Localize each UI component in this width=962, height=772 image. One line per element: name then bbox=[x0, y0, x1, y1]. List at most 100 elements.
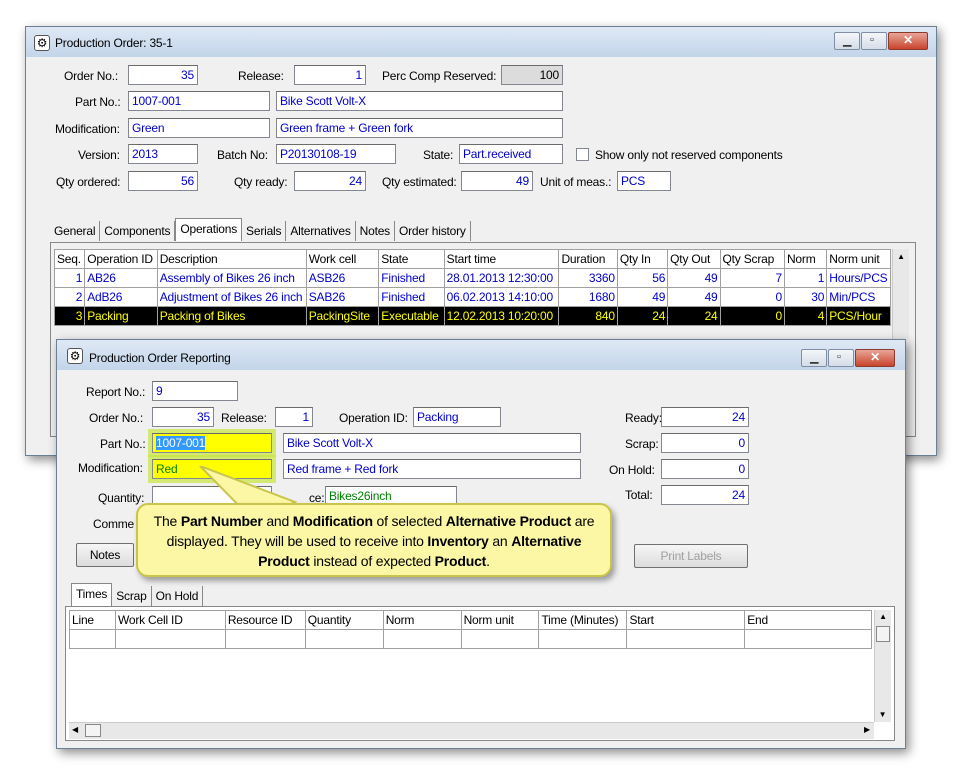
table-row[interactable]: 1 AB26 Assembly of Bikes 26 inch ASB26 Finis… bbox=[53, 268, 891, 288]
operation-id-field[interactable]: Packing bbox=[413, 407, 501, 427]
qty-ready-field[interactable]: 24 bbox=[294, 171, 366, 191]
tab-times[interactable]: Times bbox=[71, 583, 113, 606]
print-labels-button[interactable]: Print Labels bbox=[634, 544, 748, 568]
part-no-field[interactable]: 1007-001 bbox=[148, 429, 276, 457]
col-qty-out[interactable]: Qty Out bbox=[667, 249, 721, 269]
cell-qty-in[interactable]: 56 bbox=[616, 268, 669, 288]
minimize-button[interactable]: ▁ bbox=[834, 32, 860, 50]
col-work-cell[interactable]: Work cell bbox=[305, 249, 380, 269]
col-time-minutes[interactable]: Time (Minutes) bbox=[538, 610, 628, 630]
col-description[interactable]: Description bbox=[156, 249, 307, 269]
cell-state[interactable]: Finished bbox=[378, 268, 445, 288]
maximize-button[interactable]: ▫ bbox=[828, 349, 854, 367]
report-no-field[interactable]: 9 bbox=[152, 381, 238, 401]
scroll-thumb[interactable] bbox=[876, 626, 890, 642]
close-button[interactable]: ✕ bbox=[888, 32, 928, 50]
cell-work-cell-id[interactable] bbox=[114, 629, 226, 649]
col-start[interactable]: Start bbox=[626, 610, 746, 630]
times-vertical-scrollbar[interactable]: ▲ ▼ bbox=[874, 610, 891, 722]
col-end[interactable]: End bbox=[744, 610, 872, 630]
cell-qty-out[interactable]: 49 bbox=[667, 268, 721, 288]
cell-end[interactable] bbox=[744, 629, 872, 649]
notes-button[interactable]: Notes bbox=[76, 543, 134, 567]
tab-serials[interactable]: Serials bbox=[242, 221, 287, 241]
uom-field[interactable]: PCS bbox=[617, 171, 671, 191]
order-no-field[interactable]: 35 bbox=[152, 407, 214, 427]
col-qty-scrap[interactable]: Qty Scrap bbox=[719, 249, 785, 269]
modification-field[interactable]: Green bbox=[128, 118, 270, 138]
table-row-selected[interactable]: 3 Packing Packing of Bikes PackingSite Execu… bbox=[53, 306, 891, 326]
tab-operations[interactable]: Operations bbox=[175, 218, 243, 241]
version-field[interactable]: 2013 bbox=[128, 144, 198, 164]
cell-norm[interactable]: 4 bbox=[783, 306, 828, 326]
cell-duration[interactable]: 3360 bbox=[558, 268, 618, 288]
times-horizontal-scrollbar[interactable]: ◀ ▶ bbox=[69, 722, 874, 739]
cell-qty-scrap[interactable]: 7 bbox=[719, 268, 785, 288]
cell-operation-id[interactable]: AB26 bbox=[84, 268, 158, 288]
col-state[interactable]: State bbox=[378, 249, 445, 269]
cell-qty-scrap[interactable]: 0 bbox=[719, 287, 785, 307]
cell-duration[interactable]: 1680 bbox=[558, 287, 618, 307]
qty-ordered-field[interactable]: 56 bbox=[128, 171, 198, 191]
maximize-button[interactable]: ▫ bbox=[861, 32, 887, 50]
cell-state[interactable]: Executable bbox=[378, 306, 445, 326]
cell-norm[interactable] bbox=[382, 629, 462, 649]
cell-description[interactable]: Assembly of Bikes 26 inch bbox=[156, 268, 307, 288]
total-field[interactable]: 24 bbox=[661, 485, 749, 505]
release-field[interactable]: 1 bbox=[294, 65, 366, 85]
cell-qty-scrap[interactable]: 0 bbox=[719, 306, 785, 326]
cell-work-cell[interactable]: PackingSite bbox=[305, 306, 380, 326]
scroll-thumb[interactable] bbox=[85, 724, 101, 737]
cell-seq[interactable]: 3 bbox=[53, 306, 86, 326]
cell-norm-unit[interactable] bbox=[460, 629, 540, 649]
cell-seq[interactable]: 2 bbox=[53, 287, 86, 307]
cell-seq[interactable]: 1 bbox=[53, 268, 86, 288]
table-row[interactable]: 2 AdB26 Adjustment of Bikes 26 inch SAB26 Fi… bbox=[53, 287, 891, 307]
scrap-field[interactable]: 0 bbox=[661, 433, 749, 453]
tab-order-history[interactable]: Order history bbox=[395, 221, 471, 241]
show-only-not-reserved-checkbox[interactable] bbox=[576, 148, 589, 161]
col-start-time[interactable]: Start time bbox=[443, 249, 560, 269]
table-row[interactable] bbox=[69, 629, 872, 649]
state-field[interactable]: Part.received bbox=[459, 144, 563, 164]
batch-field[interactable]: P20130108-19 bbox=[276, 144, 396, 164]
cell-work-cell[interactable]: SAB26 bbox=[305, 287, 380, 307]
order-no-field[interactable]: 35 bbox=[128, 65, 198, 85]
cell-start-time[interactable]: 28.01.2013 12:30:00 bbox=[443, 268, 560, 288]
tab-components[interactable]: Components bbox=[100, 221, 176, 241]
cell-time-minutes[interactable] bbox=[538, 629, 628, 649]
tab-on-hold[interactable]: On Hold bbox=[152, 586, 204, 606]
tab-general[interactable]: General bbox=[50, 221, 101, 241]
col-work-cell-id[interactable]: Work Cell ID bbox=[114, 610, 226, 630]
tab-alternatives[interactable]: Alternatives bbox=[286, 221, 356, 241]
scroll-right-arrow-icon[interactable]: ▶ bbox=[864, 725, 870, 734]
operations-vertical-scrollbar[interactable]: ▲ bbox=[892, 249, 909, 339]
cell-start-time[interactable]: 06.02.2013 14:10:00 bbox=[443, 287, 560, 307]
col-seq[interactable]: Seq. bbox=[53, 249, 86, 269]
cell-operation-id[interactable]: Packing bbox=[84, 306, 158, 326]
scroll-down-arrow-icon[interactable]: ▼ bbox=[875, 708, 890, 722]
scroll-up-arrow-icon[interactable]: ▲ bbox=[893, 249, 909, 265]
qty-estimated-field[interactable]: 49 bbox=[461, 171, 533, 191]
col-norm[interactable]: Norm bbox=[783, 249, 828, 269]
cell-norm-unit[interactable]: Min/PCS bbox=[826, 287, 891, 307]
col-norm-unit[interactable]: Norm unit bbox=[460, 610, 540, 630]
col-norm[interactable]: Norm bbox=[382, 610, 462, 630]
cell-duration[interactable]: 840 bbox=[558, 306, 618, 326]
cell-start-time[interactable]: 12.02.2013 10:20:00 bbox=[443, 306, 560, 326]
tab-notes[interactable]: Notes bbox=[356, 221, 395, 241]
col-operation-id[interactable]: Operation ID bbox=[84, 249, 158, 269]
col-line[interactable]: Line bbox=[69, 610, 116, 630]
col-duration[interactable]: Duration bbox=[558, 249, 618, 269]
cell-norm[interactable]: 30 bbox=[783, 287, 828, 307]
minimize-button[interactable]: ▁ bbox=[801, 349, 827, 367]
cell-norm[interactable]: 1 bbox=[783, 268, 828, 288]
scroll-up-arrow-icon[interactable]: ▲ bbox=[875, 610, 891, 624]
on-hold-field[interactable]: 0 bbox=[661, 459, 749, 479]
col-quantity[interactable]: Quantity bbox=[304, 610, 384, 630]
col-resource-id[interactable]: Resource ID bbox=[224, 610, 306, 630]
mod-desc-field[interactable]: Red frame + Red fork bbox=[283, 459, 581, 479]
release-field[interactable]: 1 bbox=[275, 407, 313, 427]
cell-start[interactable] bbox=[626, 629, 746, 649]
col-qty-in[interactable]: Qty In bbox=[616, 249, 669, 269]
